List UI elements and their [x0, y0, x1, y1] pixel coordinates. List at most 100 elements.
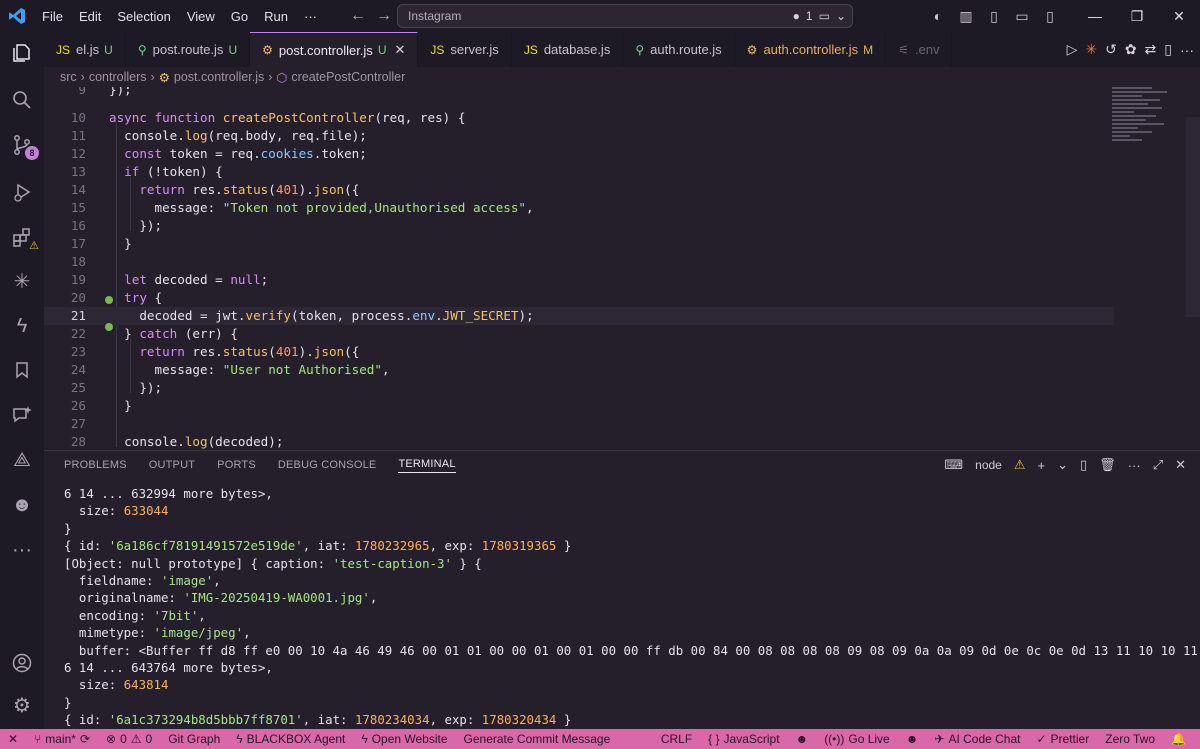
tab-server[interactable]: JS server.js — [418, 32, 512, 67]
chevron-down-icon[interactable]: ⌄ — [836, 9, 846, 23]
more-icon[interactable]: ··· — [7, 535, 37, 565]
chevron-down-icon[interactable]: ⌄ — [1057, 457, 1068, 473]
breadcrumb-symbol[interactable]: createPostController — [291, 70, 405, 84]
tab-status: M — [863, 42, 874, 57]
code-line: 20 try { — [70, 290, 163, 305]
openai-icon[interactable]: ✿ — [1125, 41, 1137, 58]
ai-icon[interactable]: ☻ — [898, 732, 927, 746]
settings-gear-icon[interactable]: ⚙ — [7, 690, 37, 720]
menu-file[interactable]: File — [34, 9, 71, 24]
go-live-item[interactable]: ((•)) Go Live — [816, 732, 898, 746]
tab-problems[interactable]: PROBLEMS — [64, 459, 127, 471]
menu-selection[interactable]: Selection — [109, 9, 178, 24]
terminal-icon: ⌨ — [944, 457, 964, 472]
copilot-agent-icon[interactable]: ☻ — [7, 490, 37, 520]
restore-icon[interactable]: ❐ — [1116, 8, 1158, 25]
blackbox-item[interactable]: ϟ BLACKBOX Agent — [228, 732, 353, 746]
lightbulb-icon[interactable] — [105, 296, 113, 304]
open-website-item[interactable]: ϟ Open Website — [353, 732, 455, 746]
source-control-icon[interactable]: 8 — [7, 130, 39, 160]
bookmark-icon[interactable] — [7, 355, 37, 385]
close-tab-icon[interactable]: ✕ — [394, 42, 405, 58]
chat-icon[interactable]: ▭ — [819, 9, 830, 23]
close-icon[interactable]: ✕ — [1158, 8, 1200, 25]
tab-label: auth.controller.js — [763, 42, 859, 57]
toggle-primary-sidebar-icon[interactable]: ▯ — [980, 8, 1008, 25]
tab-env[interactable]: ⚟ .env — [886, 32, 953, 67]
back-arrow-icon[interactable]: ← — [350, 7, 366, 25]
warning-icon: ⚠ — [1013, 457, 1026, 472]
breadcrumb-src[interactable]: src — [60, 70, 77, 84]
toggle-panel-icon[interactable]: ▭ — [1008, 8, 1036, 25]
split-terminal-icon[interactable]: ▯ — [1080, 457, 1087, 473]
remote-icon[interactable]: ✕ — [0, 732, 26, 746]
menu-run[interactable]: Run — [256, 9, 296, 24]
lightning-icon[interactable]: ϟ — [7, 311, 37, 341]
breadcrumb-file[interactable]: post.controller.js — [174, 70, 264, 84]
lightning-icon: ϟ — [236, 732, 243, 746]
customize-layout-icon[interactable]: ▥ — [952, 8, 980, 25]
claude-run-icon[interactable]: ✳ — [1085, 41, 1097, 58]
terminal-name[interactable]: node — [975, 458, 1002, 472]
claude-icon[interactable]: ✳ — [7, 266, 37, 296]
problems-item[interactable]: ⊗ 0 ⚠ 0 — [98, 732, 160, 746]
ai-chat-item[interactable]: ✈ AI Code Chat — [926, 732, 1028, 746]
menu-view[interactable]: View — [179, 9, 223, 24]
run-icon[interactable]: ▷ — [1067, 41, 1078, 58]
menu-go[interactable]: Go — [223, 9, 256, 24]
activity-bar: 8 ⚠ ✳ ϟ ⟁ ☻ ··· ⚙ — [0, 32, 44, 729]
copilot-status-icon[interactable]: ☻ — [788, 732, 817, 746]
minimize-icon[interactable]: — — [1074, 8, 1116, 25]
lightbulb-icon[interactable] — [105, 323, 113, 331]
eol-item[interactable]: CRLF — [653, 732, 700, 746]
theme-item[interactable]: Zero Two — [1097, 732, 1163, 746]
tab-model-js[interactable]: JS el.js U — [44, 32, 126, 67]
menu-edit[interactable]: Edit — [71, 9, 109, 24]
editor-scrollbar[interactable] — [1186, 117, 1200, 317]
breadcrumb-controllers[interactable]: controllers — [89, 70, 147, 84]
forward-arrow-icon[interactable]: → — [376, 7, 392, 25]
accounts-icon[interactable] — [7, 648, 37, 678]
js-icon: JS — [430, 42, 445, 57]
branch-item[interactable]: ⑂ main* ⟳ — [26, 732, 98, 746]
tab-terminal[interactable]: TERMINAL — [398, 458, 456, 473]
split-editor-icon[interactable]: ▯ — [1164, 41, 1172, 58]
chat-sparkle-icon[interactable] — [7, 400, 37, 430]
maximize-panel-icon[interactable]: ⤢ — [1153, 457, 1163, 473]
git-graph-item[interactable]: Git Graph — [160, 732, 228, 746]
tab-status: U — [228, 42, 238, 57]
bottom-panel: PROBLEMS OUTPUT PORTS DEBUG CONSOLE TERM… — [44, 450, 1200, 729]
menu-more[interactable]: ··· — [296, 9, 325, 24]
language-item[interactable]: { } JavaScript — [700, 732, 787, 746]
explorer-icon[interactable] — [7, 38, 37, 68]
trash-icon[interactable]: 🗑 — [1099, 457, 1116, 473]
tab-output[interactable]: OUTPUT — [149, 459, 195, 471]
tab-auth-route[interactable]: ⚲ auth.route.js — [623, 32, 735, 67]
tab-ports[interactable]: PORTS — [217, 459, 256, 471]
commit-message-item[interactable]: Generate Commit Message — [456, 732, 619, 746]
more-icon[interactable]: ··· — [1128, 458, 1141, 473]
minimap[interactable] — [1112, 87, 1172, 157]
code-line: 26 } — [70, 398, 132, 413]
prettier-item[interactable]: ✓ Prettier — [1028, 732, 1097, 746]
toggle-secondary-sidebar-icon[interactable]: ▯ — [1036, 8, 1064, 25]
run-debug-icon[interactable] — [7, 177, 37, 207]
tab-debug-console[interactable]: DEBUG CONSOLE — [278, 459, 377, 471]
bell-icon[interactable]: 🔔 — [1163, 732, 1194, 746]
close-panel-icon[interactable]: ✕ — [1175, 457, 1186, 473]
terminal-output[interactable]: 6 14 ... 632994 more bytes>, size: 63304… — [64, 485, 1200, 730]
search-icon[interactable] — [7, 85, 37, 115]
tab-database[interactable]: JS database.js — [512, 32, 624, 67]
copilot-icon[interactable]: ◐ — [924, 8, 952, 24]
tab-post-route[interactable]: ⚲ post.route.js U — [126, 32, 251, 67]
more-actions-icon[interactable]: ··· — [1180, 42, 1194, 58]
command-center-search[interactable]: Instagram ● 1 ▭ ⌄ — [397, 4, 853, 28]
tab-post-controller[interactable]: ⚙ post.controller.js U ✕ — [250, 32, 419, 67]
code-editor[interactable]: 9}); 10 async function createPostControll… — [44, 87, 1200, 450]
timeline-icon[interactable]: ↺ — [1105, 41, 1117, 58]
new-terminal-icon[interactable]: + — [1038, 458, 1046, 473]
compare-icon[interactable]: ⇄ — [1145, 41, 1157, 58]
git-lens-icon[interactable]: ⟁ — [7, 445, 37, 475]
extensions-icon[interactable]: ⚠ — [7, 222, 39, 252]
tab-auth-controller[interactable]: ⚙ auth.controller.js M — [735, 32, 887, 67]
